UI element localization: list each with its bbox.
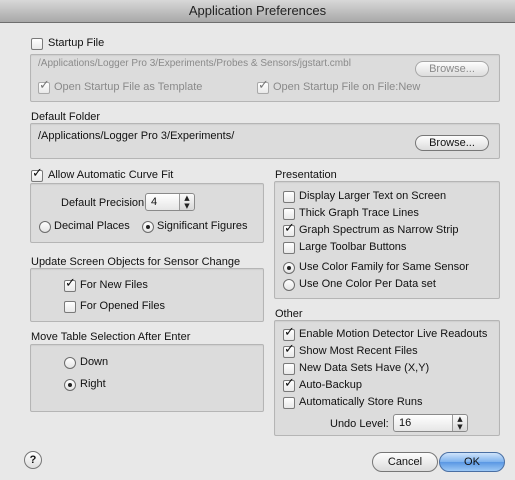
auto-curve-fit-label: Allow Automatic Curve Fit bbox=[48, 169, 174, 181]
open-on-new-label: Open Startup File on File:New bbox=[273, 81, 421, 93]
one-color-label: Use One Color Per Data set bbox=[299, 278, 436, 290]
precision-value: 4 bbox=[151, 196, 158, 208]
default-folder-title: Default Folder bbox=[31, 111, 101, 123]
window-title: Application Preferences bbox=[0, 0, 515, 23]
large-toolbar-label: Large Toolbar Buttons bbox=[299, 241, 407, 253]
decimal-places-label: Decimal Places bbox=[54, 220, 130, 232]
for-opened-files-checkbox[interactable] bbox=[64, 301, 76, 313]
presentation-title: Presentation bbox=[275, 169, 337, 181]
open-as-template-label: Open Startup File as Template bbox=[54, 81, 203, 93]
larger-text-checkbox[interactable] bbox=[283, 191, 295, 203]
significant-figures-radio[interactable] bbox=[142, 221, 154, 233]
recent-files-checkbox[interactable] bbox=[283, 342, 295, 358]
large-toolbar-checkbox[interactable] bbox=[283, 242, 295, 254]
new-data-sets-label: New Data Sets Have (X,Y) bbox=[299, 362, 430, 374]
open-as-template-checkbox[interactable] bbox=[38, 78, 50, 94]
move-table-group bbox=[30, 344, 264, 412]
for-new-files-label: For New Files bbox=[80, 279, 148, 291]
auto-store-checkbox[interactable] bbox=[283, 397, 295, 409]
auto-backup-label: Auto-Backup bbox=[299, 379, 362, 391]
new-data-sets-checkbox[interactable] bbox=[283, 363, 295, 375]
undo-level-value: 16 bbox=[399, 417, 412, 429]
motion-detector-checkbox[interactable] bbox=[283, 325, 295, 341]
significant-figures-label: Significant Figures bbox=[157, 220, 248, 232]
color-family-radio[interactable] bbox=[283, 262, 295, 274]
larger-text-label: Display Larger Text on Screen bbox=[299, 190, 447, 202]
undo-level-label: Undo Level: bbox=[330, 418, 389, 430]
recent-files-label: Show Most Recent Files bbox=[299, 345, 418, 357]
help-button[interactable]: ? bbox=[24, 451, 42, 469]
thick-trace-checkbox[interactable] bbox=[283, 208, 295, 220]
undo-level-select[interactable]: 16 ▲ ▼ bbox=[393, 414, 468, 432]
cancel-button[interactable]: Cancel bbox=[372, 452, 438, 472]
default-folder-browse-button[interactable]: Browse... bbox=[415, 135, 489, 151]
one-color-radio[interactable] bbox=[283, 279, 295, 291]
spectrum-strip-label: Graph Spectrum as Narrow Strip bbox=[299, 224, 459, 236]
startup-file-checkbox[interactable] bbox=[31, 38, 43, 50]
startup-browse-button[interactable]: Browse... bbox=[415, 61, 489, 77]
for-new-files-checkbox[interactable] bbox=[64, 276, 76, 292]
other-title: Other bbox=[275, 308, 303, 320]
preferences-window: Application Preferences Startup File /Ap… bbox=[0, 0, 515, 480]
stepper-arrows-icon: ▲ ▼ bbox=[452, 415, 467, 431]
precision-label: Default Precision: bbox=[61, 197, 148, 209]
ok-button[interactable]: OK bbox=[439, 452, 505, 472]
curve-fit-group bbox=[30, 183, 264, 243]
auto-curve-fit-checkbox[interactable] bbox=[31, 166, 43, 182]
startup-file-label: Startup File bbox=[48, 37, 105, 49]
auto-store-label: Automatically Store Runs bbox=[299, 396, 423, 408]
startup-file-path: /Applications/Logger Pro 3/Experiments/P… bbox=[38, 58, 351, 69]
auto-backup-checkbox[interactable] bbox=[283, 376, 295, 392]
move-down-radio[interactable] bbox=[64, 357, 76, 369]
move-right-radio[interactable] bbox=[64, 379, 76, 391]
precision-select[interactable]: 4 ▲ ▼ bbox=[145, 193, 195, 211]
open-on-new-checkbox[interactable] bbox=[257, 78, 269, 94]
motion-detector-label: Enable Motion Detector Live Readouts bbox=[299, 328, 488, 340]
move-table-title: Move Table Selection After Enter bbox=[31, 331, 191, 343]
move-right-label: Right bbox=[80, 378, 106, 390]
move-down-label: Down bbox=[80, 356, 109, 368]
update-screen-title: Update Screen Objects for Sensor Change bbox=[31, 256, 241, 268]
default-folder-path: /Applications/Logger Pro 3/Experiments/ bbox=[38, 130, 235, 142]
stepper-arrows-icon: ▲ ▼ bbox=[179, 194, 194, 210]
decimal-places-radio[interactable] bbox=[39, 221, 51, 233]
color-family-label: Use Color Family for Same Sensor bbox=[299, 261, 469, 273]
for-opened-files-label: For Opened Files bbox=[80, 300, 165, 312]
thick-trace-label: Thick Graph Trace Lines bbox=[299, 207, 419, 219]
spectrum-strip-checkbox[interactable] bbox=[283, 221, 295, 237]
